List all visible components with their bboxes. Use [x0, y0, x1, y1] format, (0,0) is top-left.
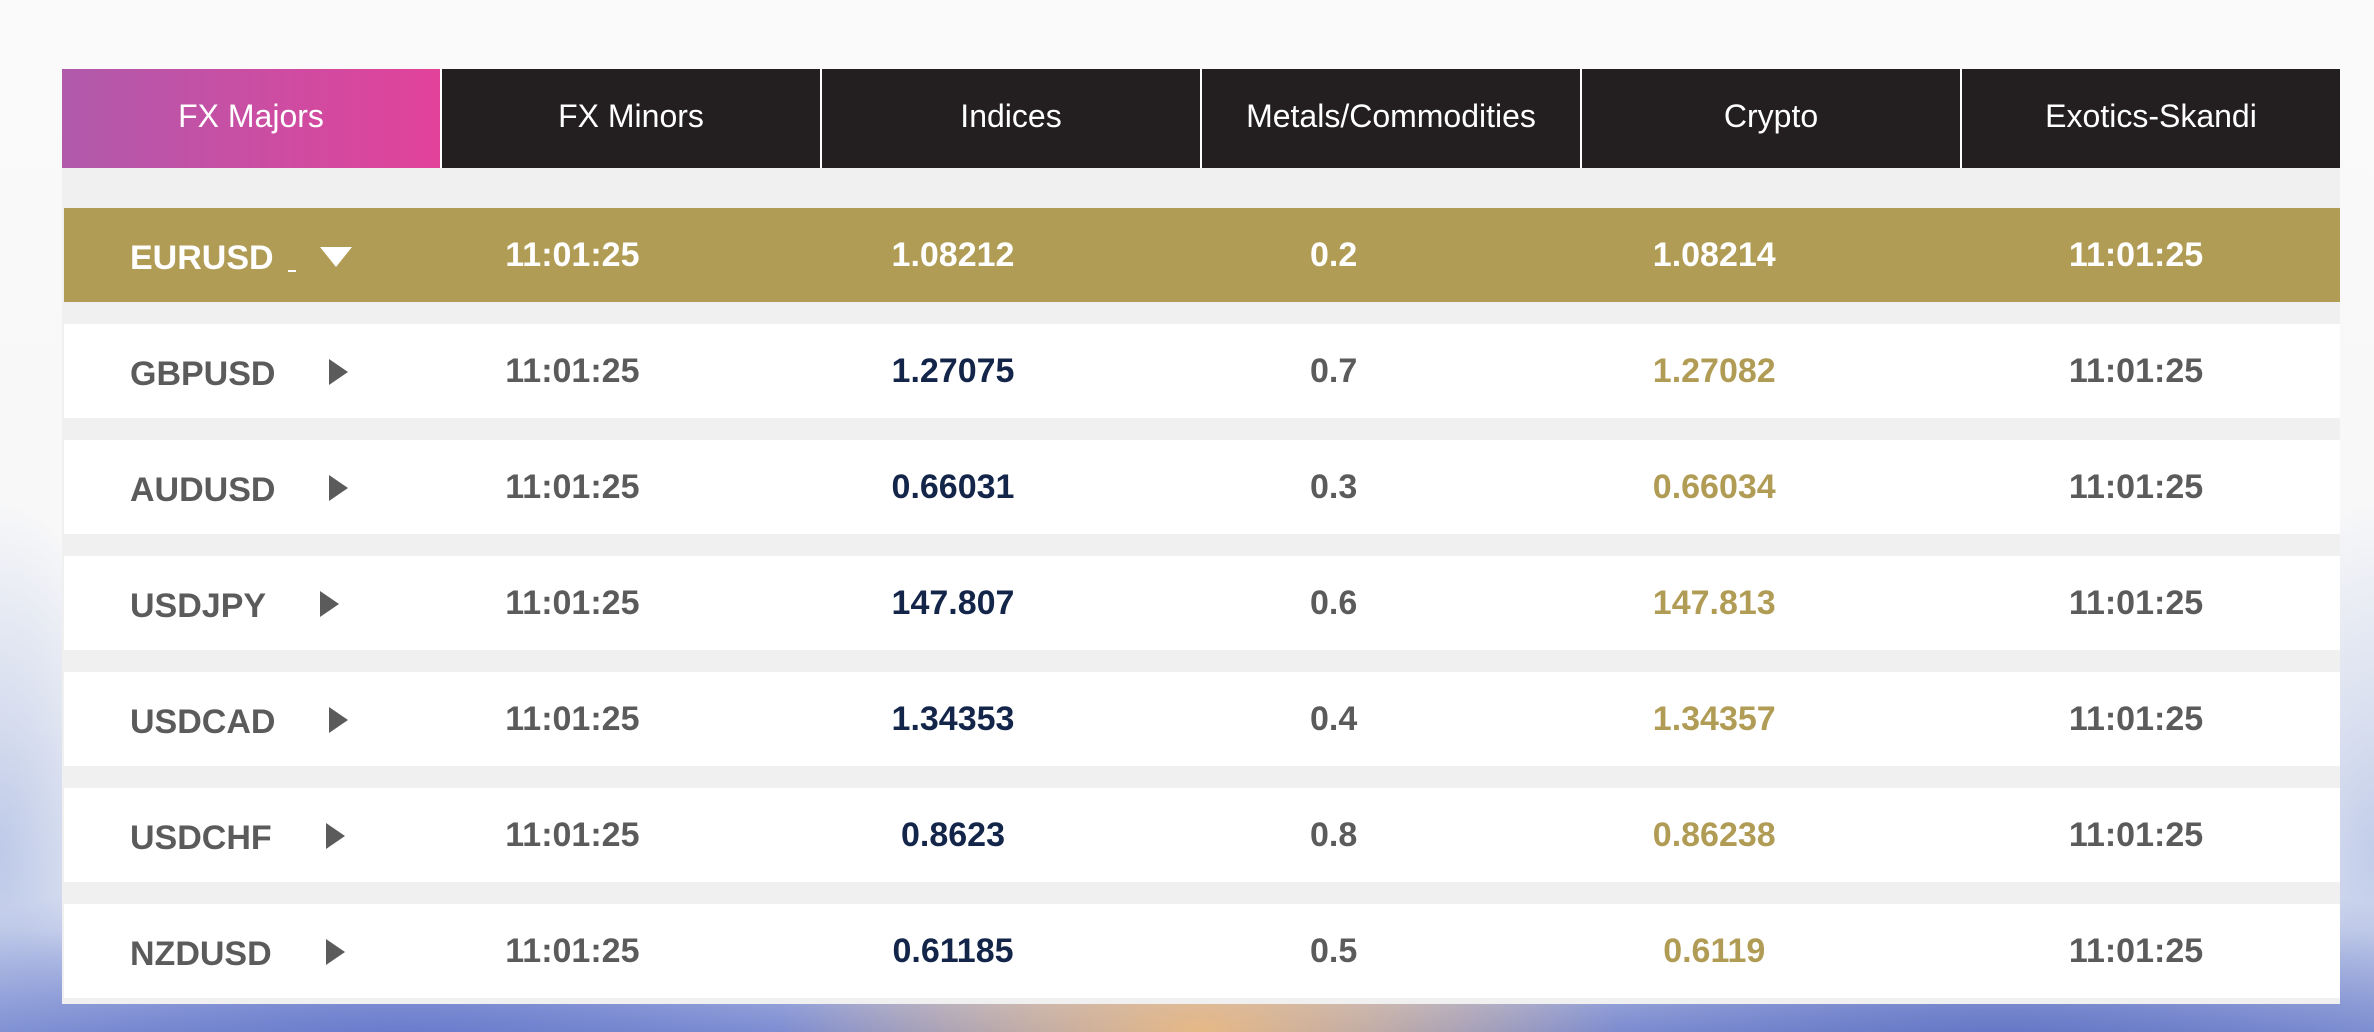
spread-cell: 0.4 — [1309, 699, 1358, 738]
caret-right-icon[interactable] — [329, 475, 349, 501]
table-row-eurusd[interactable]: EURUSD 11:01:25 1.08212 0.2 1.08214 11:0… — [64, 208, 2340, 302]
ask-cell: 0.6119 — [1663, 931, 1766, 970]
time-cell-2: 11:01:25 — [2068, 699, 2204, 738]
bid-cell: 0.66031 — [891, 467, 1015, 506]
table-row-usdchf[interactable]: USDCHF 11:01:25 0.8623 0.8 0.86238 11:01… — [64, 788, 2340, 882]
table-row-audusd[interactable]: AUDUSD 11:01:25 0.66031 0.3 0.66034 11:0… — [64, 440, 2340, 534]
tab-fx-majors[interactable]: FX Majors — [62, 69, 440, 168]
time-cell-2: 11:01:25 — [2068, 235, 2204, 274]
symbol-label: AUDUSD — [130, 470, 276, 509]
tab-metals-commodities[interactable]: Metals/Commodities — [1200, 69, 1580, 168]
category-tabs: FX Majors FX Minors Indices Metals/Commo… — [62, 69, 2340, 168]
ask-cell: 1.08214 — [1652, 235, 1776, 274]
tab-crypto[interactable]: Crypto — [1580, 69, 1960, 168]
tab-label: Exotics-Skandi — [2045, 98, 2257, 134]
divider — [287, 270, 296, 272]
symbol-label: EURUSD — [130, 238, 274, 277]
bid-cell: 0.61185 — [892, 931, 1014, 970]
time-cell-2: 11:01:25 — [2068, 351, 2204, 390]
symbol-label: USDCHF — [130, 818, 272, 857]
ask-cell: 0.66034 — [1652, 467, 1776, 506]
caret-down-icon[interactable] — [319, 247, 352, 267]
spread-cell: 0.5 — [1309, 931, 1358, 970]
symbol-label: GBPUSD — [130, 354, 276, 393]
caret-right-icon[interactable] — [325, 939, 345, 965]
time-cell: 11:01:25 — [505, 583, 640, 622]
symbol-cell: AUDUSD — [64, 440, 410, 534]
bid-cell: 1.08212 — [891, 235, 1015, 274]
ask-cell: 1.34357 — [1652, 699, 1776, 738]
tab-label: FX Minors — [558, 98, 704, 134]
symbol-cell: USDJPY — [64, 556, 410, 650]
spread-cell: 0.2 — [1309, 235, 1358, 274]
time-cell: 11:01:25 — [505, 815, 640, 854]
table-row-nzdusd[interactable]: NZDUSD 11:01:25 0.61185 0.5 0.6119 11:01… — [64, 904, 2340, 998]
time-cell-2: 11:01:25 — [2068, 931, 2204, 970]
bid-cell: 1.27075 — [891, 351, 1015, 390]
bid-cell: 1.34353 — [891, 699, 1015, 738]
caret-right-icon[interactable] — [329, 359, 349, 385]
ask-cell: 0.86238 — [1652, 815, 1776, 854]
time-cell-2: 11:01:25 — [2068, 467, 2204, 506]
table-row-usdcad[interactable]: USDCAD 11:01:25 1.34353 0.4 1.34357 11:0… — [64, 672, 2340, 766]
caret-right-icon[interactable] — [325, 823, 345, 849]
ask-cell: 1.27082 — [1652, 351, 1776, 390]
time-cell: 11:01:25 — [505, 467, 640, 506]
tab-label: Crypto — [1723, 98, 1819, 134]
tab-exotics-skandi[interactable]: Exotics-Skandi — [1960, 69, 2340, 168]
bid-cell: 0.8623 — [901, 815, 1005, 854]
symbol-cell: USDCHF — [64, 788, 410, 882]
bid-cell: 147.807 — [891, 583, 1015, 622]
tab-label: Indices — [960, 98, 1062, 134]
symbol-cell: USDCAD — [64, 672, 410, 766]
time-cell: 11:01:25 — [505, 699, 640, 738]
spread-cell: 0.6 — [1309, 583, 1358, 622]
ask-cell: 147.813 — [1652, 583, 1776, 622]
spread-cell: 0.7 — [1309, 351, 1358, 390]
price-widget: FX Majors FX Minors Indices Metals/Commo… — [62, 69, 2340, 1004]
symbol-cell: NZDUSD — [64, 904, 410, 998]
caret-right-icon[interactable] — [320, 591, 340, 617]
tab-fx-minors[interactable]: FX Minors — [440, 69, 820, 168]
caret-right-icon[interactable] — [329, 707, 349, 733]
table-row-usdjpy[interactable]: USDJPY 11:01:25 147.807 0.6 147.813 11:0… — [64, 556, 2340, 650]
symbol-cell: EURUSD — [64, 208, 410, 302]
table-row-gbpusd[interactable]: GBPUSD 11:01:25 1.27075 0.7 1.27082 11:0… — [64, 324, 2340, 418]
tab-label: FX Majors — [178, 98, 324, 134]
symbol-cell: GBPUSD — [64, 324, 410, 418]
symbol-label: USDCAD — [130, 702, 276, 741]
time-cell: 11:01:25 — [505, 931, 640, 970]
tab-label: Metals/Commodities — [1246, 98, 1536, 134]
tab-indices[interactable]: Indices — [820, 69, 1200, 168]
time-cell: 11:01:25 — [505, 235, 640, 274]
time-cell: 11:01:25 — [505, 351, 640, 390]
time-cell-2: 11:01:25 — [2068, 583, 2204, 622]
symbol-label: USDJPY — [130, 586, 267, 625]
symbol-label: NZDUSD — [130, 934, 272, 973]
time-cell-2: 11:01:25 — [2068, 815, 2204, 854]
price-table: EURUSD 11:01:25 1.08212 0.2 1.08214 11:0… — [62, 168, 2340, 1004]
spread-cell: 0.8 — [1309, 815, 1358, 854]
spread-cell: 0.3 — [1309, 467, 1358, 506]
